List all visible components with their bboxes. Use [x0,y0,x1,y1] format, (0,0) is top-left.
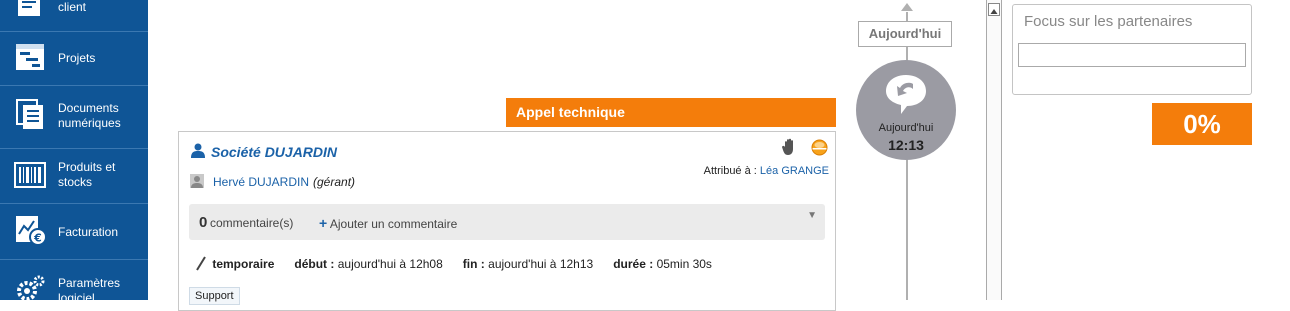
status-orange-icon[interactable] [811,139,828,156]
add-comment-label: Ajouter un commentaire [329,217,458,231]
partners-title: Focus sur les partenaires [1024,13,1193,30]
scroll-up-button[interactable] [988,3,1000,16]
documents-icon [16,99,43,129]
sidebar-item-label: Documents [58,101,119,115]
add-comment-link[interactable]: + Ajouter un commentaire [319,215,457,231]
company-link[interactable]: Société DUJARDIN [211,144,337,160]
activity-card: Société DUJARDIN Attribué à : Léa GRANGE… [178,131,836,311]
assigned-to: Attribué à : Léa GRANGE [704,165,829,177]
sidebar-item-label: Produits et [58,160,116,174]
sidebar-item-parametres[interactable]: Paramètres logiciel [0,260,148,305]
gantt-icon [16,44,44,70]
timeline-arrow-up-icon [901,3,913,11]
sidebar-item-label: Paramètres [58,276,121,290]
status-text: temporaire [212,257,275,271]
clock-time: 12:13 [888,137,924,153]
chevron-down-icon[interactable]: ▼ [807,210,817,221]
start-value: aujourd'hui à 12h08 [337,257,443,271]
comment-label: commentaire(s) [210,216,294,230]
contact-role: (gérant) [313,175,356,189]
caret-up-icon [990,9,998,14]
barcode-icon [14,162,46,188]
scrollbar[interactable] [986,0,1002,300]
hand-icon[interactable] [782,138,798,156]
contract-icon [18,0,40,16]
start-label: début : [294,257,335,271]
contact-link[interactable]: Hervé DUJARDIN [213,175,309,189]
activity-type-header[interactable]: Appel technique [506,98,836,127]
contact-avatar-icon [190,174,204,188]
sidebar-item-label: logiciel [58,291,95,305]
sidebar-item-label: stocks [58,175,93,189]
duration-label: durée : [613,257,654,271]
sidebar-item-facturation[interactable]: € Facturation [0,204,148,260]
assigned-user-link[interactable]: Léa GRANGE [760,165,829,177]
duration-value: 05min 30s [656,257,712,271]
end-value: aujourd'hui à 12h13 [488,257,594,271]
callback-phone-icon [886,75,926,114]
clock-sublabel: Aujourd'hui [878,122,934,134]
partners-search-input[interactable] [1018,43,1246,67]
sidebar-item-projets[interactable]: Projets [0,31,148,86]
sidebar-item-documents[interactable]: Documents numériques [0,86,148,149]
sidebar-item-label: Projets [58,51,96,65]
category-tag[interactable]: Support [189,287,240,305]
partners-panel: Focus sur les partenaires [1012,4,1252,95]
sidebar-item-label: Facturation [58,225,119,239]
current-time-marker: Aujourd'hui 12:13 [856,60,956,160]
comments-bar: 0 commentaire(s) + Ajouter un commentair… [189,204,825,240]
today-button[interactable]: Aujourd'hui [858,21,952,47]
pen-icon [196,256,206,271]
sidebar: client Projets Documents numériques Prod… [0,0,148,305]
sidebar-item-label: client [58,0,87,14]
sidebar-item-client[interactable]: client [0,0,148,32]
assigned-label: Attribué à : [703,165,757,177]
partners-percentage: 0% [1152,103,1252,145]
activity-details: temporaire début : aujourd'hui à 12h08 f… [195,256,712,271]
invoice-euro-icon: € [16,216,46,246]
svg-text:€: € [33,232,42,245]
sidebar-item-produits[interactable]: Produits et stocks [0,149,148,204]
gears-icon [17,275,45,301]
sidebar-item-label: numériques [58,116,121,130]
end-label: fin : [462,257,485,271]
comment-count: 0 [199,214,208,231]
plus-icon: + [319,215,328,231]
user-icon [191,143,205,158]
